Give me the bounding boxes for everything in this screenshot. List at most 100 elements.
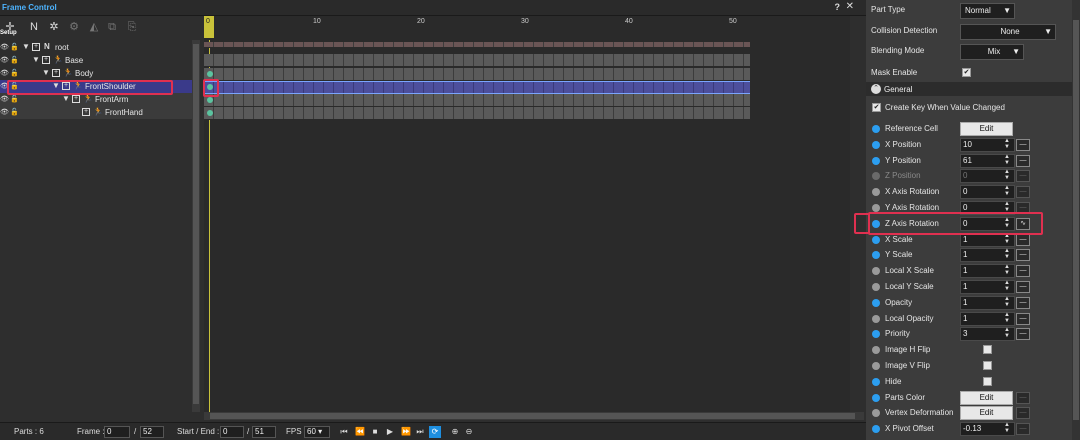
part-type-select[interactable]: Normal ▼	[960, 3, 1015, 19]
start-frame-input[interactable]: 0	[220, 426, 244, 438]
general-section-header[interactable]: ⌃ General	[866, 82, 1080, 96]
spinner-icon[interactable]: ▲ ▼	[1004, 422, 1010, 434]
spinner-icon[interactable]: ▲ ▼	[1004, 280, 1010, 292]
expand-arrow-icon[interactable]: ▼	[42, 68, 50, 77]
key-status-dot-icon[interactable]	[872, 235, 880, 244]
key-status-dot-icon[interactable]	[872, 409, 880, 418]
property-checkbox[interactable]	[983, 361, 992, 370]
key-status-dot-icon[interactable]	[872, 204, 880, 212]
timeline-track[interactable]	[204, 54, 750, 67]
timeline-scroll-thumb[interactable]	[210, 413, 855, 419]
interpolation-curve-icon[interactable]: —	[1016, 391, 1030, 404]
spinner-icon[interactable]: ▲ ▼	[1004, 312, 1010, 324]
interpolation-curve-icon[interactable]: —	[1016, 265, 1030, 278]
property-checkbox[interactable]	[983, 376, 992, 386]
prev-key-button[interactable]: ⏪	[354, 426, 366, 438]
key-status-dot-icon[interactable]	[872, 188, 880, 197]
spinner-icon[interactable]: ▲ ▼	[1004, 169, 1010, 181]
spinner-icon[interactable]: ▲ ▼	[1004, 264, 1010, 276]
frame-total-input[interactable]: 52	[140, 426, 164, 438]
last-frame-button[interactable]: ⏭	[414, 426, 426, 438]
keyframe-marker[interactable]	[207, 71, 213, 77]
visibility-icon[interactable]: 👁	[0, 108, 9, 116]
timeline-track[interactable]	[204, 81, 750, 94]
interpolation-curve-icon[interactable]: —	[1016, 170, 1030, 183]
expand-arrow-icon[interactable]: ▼	[22, 42, 30, 51]
part-toggle-icon[interactable]: +	[82, 108, 90, 116]
interpolation-curve-icon[interactable]: —	[1016, 249, 1030, 262]
create-key-checkbox[interactable]: ✔	[872, 103, 881, 112]
interpolation-curve-icon[interactable]: —	[1016, 154, 1030, 167]
lock-icon[interactable]: 🔓	[10, 108, 19, 116]
part-toggle-icon[interactable]: +	[42, 56, 50, 64]
key-status-dot-icon[interactable]	[872, 314, 880, 323]
tree-item[interactable]: 👁 🔓 ▼ + 🏃 Base	[0, 54, 192, 67]
frame-input[interactable]: 0	[104, 426, 130, 438]
keyframe-marker[interactable]	[207, 97, 213, 103]
mask-checkbox[interactable]: ✔	[962, 68, 971, 77]
key-status-dot-icon[interactable]	[872, 425, 880, 434]
stop-button[interactable]: ■	[369, 426, 381, 438]
visibility-icon[interactable]: 👁	[0, 95, 9, 103]
key-status-dot-icon[interactable]	[872, 140, 880, 149]
interpolation-curve-icon[interactable]: —	[1016, 233, 1030, 246]
timeline-track[interactable]	[204, 107, 750, 120]
key-status-dot-icon[interactable]	[872, 125, 880, 133]
timeline-track[interactable]	[204, 94, 750, 107]
close-icon[interactable]: ✕	[846, 1, 854, 12]
expand-arrow-icon[interactable]: ▼	[62, 94, 70, 103]
keyframe-marker[interactable]	[207, 110, 213, 116]
edit-button[interactable]: Edit	[960, 406, 1013, 421]
spinner-icon[interactable]: ▲ ▼	[1004, 185, 1010, 197]
loop-button[interactable]: ⟳	[429, 426, 441, 438]
zoom-in-button[interactable]: ⊕	[449, 426, 461, 438]
tree-scroll-thumb[interactable]	[193, 44, 199, 404]
expand-arrow-icon[interactable]: ▼	[32, 55, 40, 64]
part-toggle-icon[interactable]: +	[52, 69, 60, 77]
edit-button[interactable]: Edit	[960, 122, 1013, 136]
setup-tool[interactable]: ✛ Setup	[0, 19, 18, 36]
visibility-icon[interactable]: 👁	[0, 69, 9, 77]
key-status-dot-icon[interactable]	[872, 362, 880, 370]
lock-icon[interactable]: 🔓	[10, 56, 19, 64]
properties-scroll-thumb[interactable]	[1073, 20, 1079, 420]
spinner-icon[interactable]: ▲ ▼	[1004, 138, 1010, 150]
tree-item[interactable]: 👁 🔓 + 🏃 FrontHand	[0, 106, 192, 119]
fps-select[interactable]: 60 ▾	[304, 426, 330, 438]
part-toggle-icon[interactable]: +	[72, 95, 80, 103]
visibility-icon[interactable]: 👁	[0, 43, 9, 51]
first-frame-button[interactable]: ⏮	[338, 426, 350, 438]
lock-icon[interactable]: 🔓	[10, 69, 19, 77]
edit-button[interactable]: Edit	[960, 390, 1013, 405]
interpolation-curve-icon[interactable]: —	[1016, 423, 1030, 436]
new-part-tool[interactable]: N	[26, 19, 42, 35]
key-status-dot-icon[interactable]	[872, 393, 880, 402]
key-status-dot-icon[interactable]	[872, 346, 880, 355]
interpolation-curve-icon[interactable]: —	[1016, 312, 1030, 325]
properties-scrollbar[interactable]	[1072, 0, 1080, 440]
end-frame-input[interactable]: 51	[252, 426, 276, 438]
timeline-ruler[interactable]: 0 10 20 30 40 50	[204, 16, 864, 40]
timeline-grid[interactable]	[204, 40, 864, 412]
spinner-icon[interactable]: ▲ ▼	[1004, 154, 1010, 166]
visibility-icon[interactable]: 👁	[0, 56, 9, 64]
timeline-track[interactable]	[204, 68, 750, 81]
spinner-icon[interactable]: ▲ ▼	[1004, 248, 1010, 260]
key-status-dot-icon[interactable]	[872, 283, 880, 291]
key-status-dot-icon[interactable]	[872, 251, 880, 260]
property-checkbox[interactable]	[983, 345, 992, 355]
key-status-dot-icon[interactable]	[872, 172, 880, 181]
key-status-dot-icon[interactable]	[872, 267, 880, 276]
timeline-track[interactable]	[204, 42, 750, 48]
play-button[interactable]: ▶	[384, 426, 396, 438]
gear-add-tool[interactable]: ✲	[46, 19, 62, 35]
paste-tool[interactable]: ⎘	[124, 19, 140, 35]
collision-select[interactable]: None ▼	[960, 24, 1056, 40]
lock-icon[interactable]: 🔓	[10, 95, 19, 103]
frame-cursor-head[interactable]: 0	[204, 16, 214, 38]
bone-tool[interactable]: ⚙	[66, 19, 82, 35]
key-status-dot-icon[interactable]	[872, 156, 880, 165]
key-status-dot-icon[interactable]	[872, 377, 880, 386]
interpolation-curve-icon[interactable]: —	[1016, 328, 1030, 341]
collapse-icon[interactable]: ⌃	[871, 84, 881, 94]
